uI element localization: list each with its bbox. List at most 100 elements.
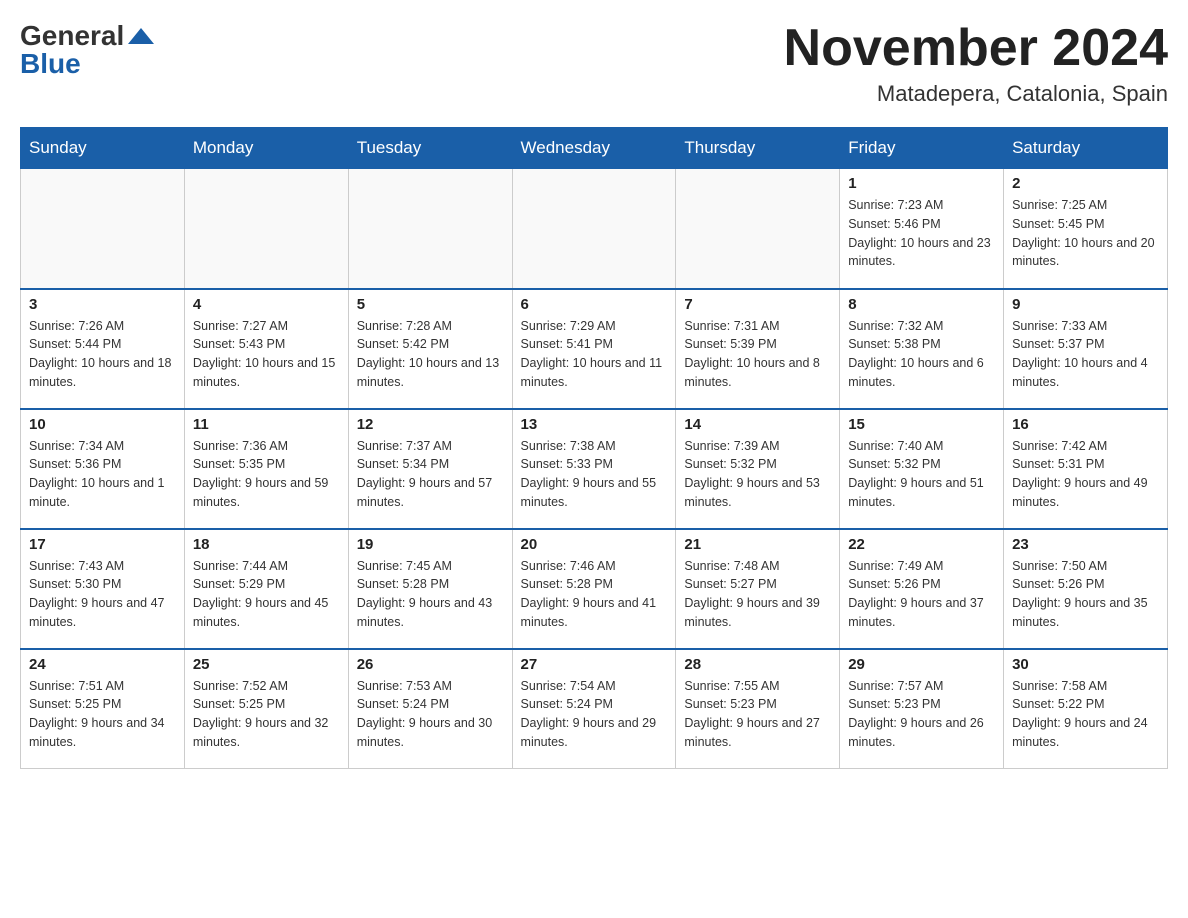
calendar-day-cell: 25Sunrise: 7:52 AMSunset: 5:25 PMDayligh… [184, 649, 348, 769]
day-number: 3 [29, 296, 176, 313]
calendar-header-row: SundayMondayTuesdayWednesdayThursdayFrid… [21, 128, 1168, 169]
calendar-day-cell: 5 Sunrise: 7:28 AMSunset: 5:42 PMDaylight… [348, 289, 512, 409]
calendar-day-cell: 12 Sunrise: 7:37 AMSunset: 5:34 PMDayligh… [348, 409, 512, 529]
calendar-table: SundayMondayTuesdayWednesdayThursdayFrid… [20, 127, 1168, 769]
day-info: Sunrise: 7:29 AMSunset: 5:41 PMDaylight:… [521, 317, 668, 392]
weekday-header-sunday: Sunday [21, 128, 185, 169]
day-info: Sunrise: 7:43 AMSunset: 5:30 PMDaylight:… [29, 557, 176, 632]
calendar-day-cell: 21 Sunrise: 7:48 AMSunset: 5:27 PMDayligh… [676, 529, 840, 649]
weekday-header-wednesday: Wednesday [512, 128, 676, 169]
calendar-week-row: 1Sunrise: 7:23 AMSunset: 5:46 PMDaylight… [21, 169, 1168, 289]
day-number: 7 [684, 296, 831, 313]
day-number: 11 [193, 416, 340, 433]
day-number: 15 [848, 416, 995, 433]
calendar-day-cell: 3 Sunrise: 7:26 AMSunset: 5:44 PMDaylight… [21, 289, 185, 409]
calendar-day-cell: 19 Sunrise: 7:45 AMSunset: 5:28 PMDayligh… [348, 529, 512, 649]
day-number: 27 [521, 656, 668, 673]
day-info: Sunrise: 7:42 AMSunset: 5:31 PMDaylight:… [1012, 437, 1159, 512]
calendar-day-cell: 26Sunrise: 7:53 AMSunset: 5:24 PMDayligh… [348, 649, 512, 769]
day-number: 23 [1012, 536, 1159, 553]
calendar-day-cell: 1Sunrise: 7:23 AMSunset: 5:46 PMDaylight… [840, 169, 1004, 289]
calendar-day-cell: 7 Sunrise: 7:31 AMSunset: 5:39 PMDaylight… [676, 289, 840, 409]
day-number: 18 [193, 536, 340, 553]
day-info: Sunrise: 7:33 AMSunset: 5:37 PMDaylight:… [1012, 317, 1159, 392]
day-number: 4 [193, 296, 340, 313]
weekday-header-thursday: Thursday [676, 128, 840, 169]
calendar-day-cell [184, 169, 348, 289]
weekday-header-tuesday: Tuesday [348, 128, 512, 169]
calendar-day-cell: 9 Sunrise: 7:33 AMSunset: 5:37 PMDaylight… [1004, 289, 1168, 409]
day-number: 1 [848, 175, 995, 192]
day-info: Sunrise: 7:54 AMSunset: 5:24 PMDaylight:… [521, 677, 668, 752]
calendar-day-cell [676, 169, 840, 289]
day-info: Sunrise: 7:32 AMSunset: 5:38 PMDaylight:… [848, 317, 995, 392]
day-number: 30 [1012, 656, 1159, 673]
calendar-day-cell: 18 Sunrise: 7:44 AMSunset: 5:29 PMDayligh… [184, 529, 348, 649]
day-info: Sunrise: 7:28 AMSunset: 5:42 PMDaylight:… [357, 317, 504, 392]
day-number: 10 [29, 416, 176, 433]
day-info: Sunrise: 7:57 AMSunset: 5:23 PMDaylight:… [848, 677, 995, 752]
calendar-day-cell: 17 Sunrise: 7:43 AMSunset: 5:30 PMDayligh… [21, 529, 185, 649]
day-number: 24 [29, 656, 176, 673]
location-subtitle: Matadepera, Catalonia, Spain [784, 81, 1168, 107]
calendar-week-row: 24Sunrise: 7:51 AMSunset: 5:25 PMDayligh… [21, 649, 1168, 769]
weekday-header-saturday: Saturday [1004, 128, 1168, 169]
calendar-day-cell: 20Sunrise: 7:46 AMSunset: 5:28 PMDayligh… [512, 529, 676, 649]
calendar-day-cell: 28 Sunrise: 7:55 AMSunset: 5:23 PMDayligh… [676, 649, 840, 769]
day-number: 16 [1012, 416, 1159, 433]
day-info: Sunrise: 7:38 AMSunset: 5:33 PMDaylight:… [521, 437, 668, 512]
calendar-day-cell: 14 Sunrise: 7:39 AMSunset: 5:32 PMDayligh… [676, 409, 840, 529]
calendar-day-cell: 11 Sunrise: 7:36 AMSunset: 5:35 PMDayligh… [184, 409, 348, 529]
calendar-day-cell: 22Sunrise: 7:49 AMSunset: 5:26 PMDayligh… [840, 529, 1004, 649]
calendar-day-cell: 30 Sunrise: 7:58 AMSunset: 5:22 PMDayligh… [1004, 649, 1168, 769]
day-info: Sunrise: 7:34 AMSunset: 5:36 PMDaylight:… [29, 437, 176, 512]
day-info: Sunrise: 7:36 AMSunset: 5:35 PMDaylight:… [193, 437, 340, 512]
day-number: 25 [193, 656, 340, 673]
calendar-day-cell: 4 Sunrise: 7:27 AMSunset: 5:43 PMDaylight… [184, 289, 348, 409]
weekday-header-monday: Monday [184, 128, 348, 169]
day-number: 29 [848, 656, 995, 673]
calendar-week-row: 10 Sunrise: 7:34 AMSunset: 5:36 PMDayligh… [21, 409, 1168, 529]
day-number: 2 [1012, 175, 1159, 192]
day-number: 21 [684, 536, 831, 553]
day-number: 26 [357, 656, 504, 673]
day-info: Sunrise: 7:58 AMSunset: 5:22 PMDaylight:… [1012, 677, 1159, 752]
day-number: 17 [29, 536, 176, 553]
day-info: Sunrise: 7:48 AMSunset: 5:27 PMDaylight:… [684, 557, 831, 632]
logo-blue-text: Blue [20, 48, 81, 79]
calendar-day-cell: 6 Sunrise: 7:29 AMSunset: 5:41 PMDaylight… [512, 289, 676, 409]
calendar-day-cell: 16 Sunrise: 7:42 AMSunset: 5:31 PMDayligh… [1004, 409, 1168, 529]
day-info: Sunrise: 7:26 AMSunset: 5:44 PMDaylight:… [29, 317, 176, 392]
page-header: General Blue November 2024 Matadepera, C… [20, 20, 1168, 107]
day-number: 12 [357, 416, 504, 433]
day-number: 28 [684, 656, 831, 673]
day-number: 19 [357, 536, 504, 553]
calendar-day-cell: 2 Sunrise: 7:25 AMSunset: 5:45 PMDaylight… [1004, 169, 1168, 289]
calendar-day-cell: 13 Sunrise: 7:38 AMSunset: 5:33 PMDayligh… [512, 409, 676, 529]
calendar-day-cell: 10 Sunrise: 7:34 AMSunset: 5:36 PMDayligh… [21, 409, 185, 529]
day-number: 14 [684, 416, 831, 433]
day-info: Sunrise: 7:55 AMSunset: 5:23 PMDaylight:… [684, 677, 831, 752]
day-number: 8 [848, 296, 995, 313]
title-section: November 2024 Matadepera, Catalonia, Spa… [784, 20, 1168, 107]
calendar-day-cell: 24Sunrise: 7:51 AMSunset: 5:25 PMDayligh… [21, 649, 185, 769]
day-number: 6 [521, 296, 668, 313]
day-info: Sunrise: 7:25 AMSunset: 5:45 PMDaylight:… [1012, 196, 1159, 271]
day-info: Sunrise: 7:44 AMSunset: 5:29 PMDaylight:… [193, 557, 340, 632]
calendar-day-cell: 23 Sunrise: 7:50 AMSunset: 5:26 PMDayligh… [1004, 529, 1168, 649]
weekday-header-friday: Friday [840, 128, 1004, 169]
calendar-day-cell [21, 169, 185, 289]
day-info: Sunrise: 7:27 AMSunset: 5:43 PMDaylight:… [193, 317, 340, 392]
day-info: Sunrise: 7:31 AMSunset: 5:39 PMDaylight:… [684, 317, 831, 392]
day-number: 5 [357, 296, 504, 313]
calendar-week-row: 17 Sunrise: 7:43 AMSunset: 5:30 PMDayligh… [21, 529, 1168, 649]
day-number: 13 [521, 416, 668, 433]
day-info: Sunrise: 7:45 AMSunset: 5:28 PMDaylight:… [357, 557, 504, 632]
day-info: Sunrise: 7:37 AMSunset: 5:34 PMDaylight:… [357, 437, 504, 512]
calendar-day-cell: 8 Sunrise: 7:32 AMSunset: 5:38 PMDaylight… [840, 289, 1004, 409]
day-info: Sunrise: 7:40 AMSunset: 5:32 PMDaylight:… [848, 437, 995, 512]
day-info: Sunrise: 7:39 AMSunset: 5:32 PMDaylight:… [684, 437, 831, 512]
day-number: 9 [1012, 296, 1159, 313]
calendar-day-cell: 29 Sunrise: 7:57 AMSunset: 5:23 PMDayligh… [840, 649, 1004, 769]
day-info: Sunrise: 7:50 AMSunset: 5:26 PMDaylight:… [1012, 557, 1159, 632]
